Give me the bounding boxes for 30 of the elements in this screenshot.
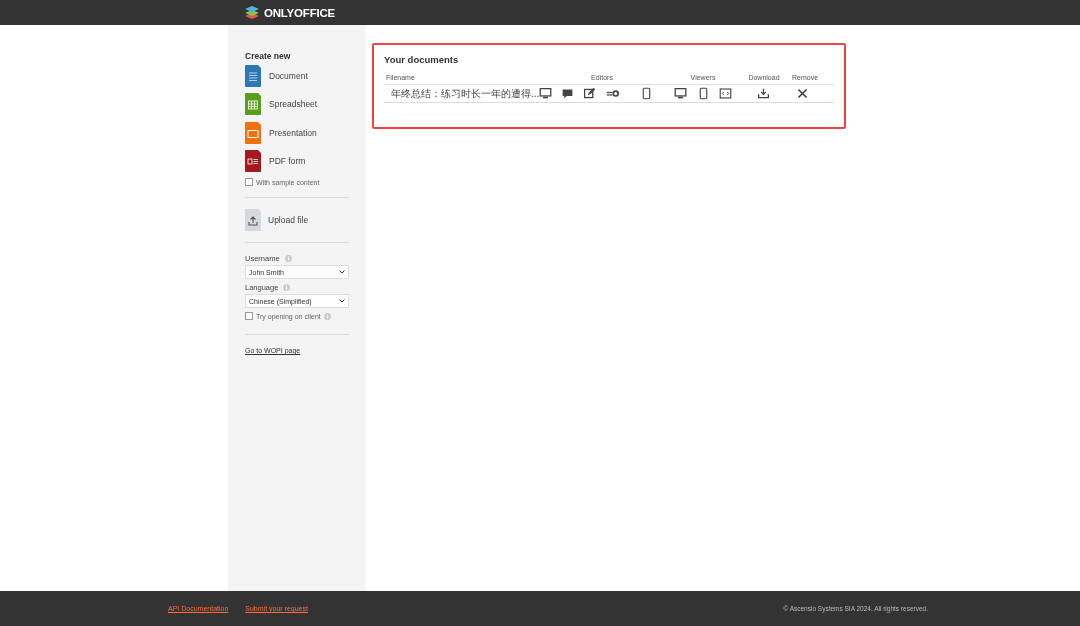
logo-text: ONLYOFFICE xyxy=(264,6,336,19)
upload-label[interactable]: Upload file xyxy=(268,215,309,226)
create-option[interactable]: Document xyxy=(269,71,308,81)
form-settings-icon[interactable] xyxy=(605,87,619,100)
checkbox[interactable] xyxy=(245,178,253,187)
chevron-down-icon[interactable] xyxy=(339,299,345,304)
comment-icon[interactable] xyxy=(560,87,574,100)
create-option[interactable]: PDF form xyxy=(269,155,306,166)
create-option[interactable]: Spreadsheet xyxy=(269,99,318,110)
edit-icon[interactable] xyxy=(582,87,596,100)
info-icon xyxy=(323,312,331,320)
close-icon[interactable] xyxy=(795,87,809,100)
upload-file-icon[interactable] xyxy=(245,209,261,232)
spreadsheet-file-icon[interactable] xyxy=(245,93,261,116)
panel-title: Your documents xyxy=(384,54,460,65)
checkbox[interactable] xyxy=(245,312,253,321)
filename[interactable]: 年终总结：练习时长一年的遭得... xyxy=(391,86,540,101)
embed-code-icon[interactable] xyxy=(718,87,732,100)
monitor-icon[interactable] xyxy=(538,87,552,100)
info-icon xyxy=(283,284,291,292)
document-file-icon[interactable] xyxy=(245,65,261,87)
pdf-file-icon[interactable] xyxy=(245,149,261,172)
monitor-icon[interactable] xyxy=(673,87,687,100)
info-icon xyxy=(284,255,292,263)
presentation-file-icon[interactable] xyxy=(245,121,261,144)
create-option[interactable]: Presentation xyxy=(269,127,317,138)
download-icon[interactable] xyxy=(756,87,770,100)
section-heading: Create new xyxy=(245,51,292,61)
chevron-down-icon[interactable] xyxy=(339,270,345,275)
layers-logo-icon xyxy=(244,5,260,20)
